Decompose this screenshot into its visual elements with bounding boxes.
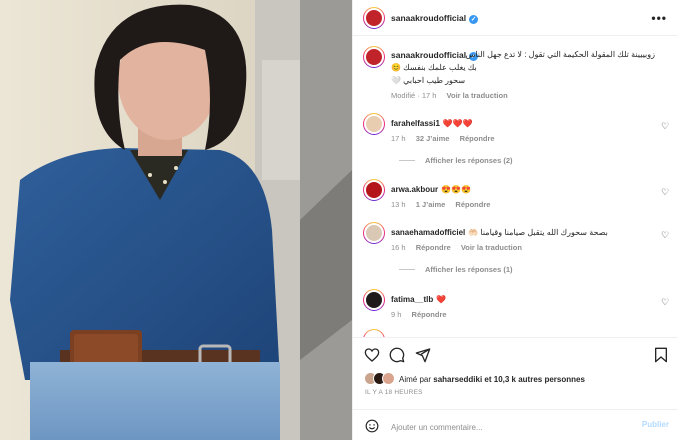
avatar[interactable] xyxy=(366,10,382,26)
comment-avatar-ring[interactable] xyxy=(363,289,385,311)
emoji-icon[interactable] xyxy=(365,419,379,433)
comment-avatar-ring[interactable] xyxy=(363,179,385,201)
comment-text: fatima__tlb ❤️ xyxy=(391,295,446,304)
verified-icon: ✓ xyxy=(469,15,479,24)
liked-by-text[interactable]: Aimé par saharseddiki et 10,3 k autres p… xyxy=(399,375,585,384)
comment-username[interactable]: arwa.akbour xyxy=(391,185,438,194)
comment-avatar-ring[interactable] xyxy=(363,113,385,135)
reply-button[interactable]: Répondre xyxy=(412,310,447,319)
author-username[interactable]: sanaakroudofficial ✓ xyxy=(391,13,479,24)
comment-body: ❤️ xyxy=(436,295,447,304)
share-icon[interactable] xyxy=(415,347,431,363)
comment-input[interactable] xyxy=(391,420,621,434)
comment-age: 16 h xyxy=(391,243,406,252)
comment-meta: 9 h Répondre xyxy=(391,310,447,319)
caption-meta: Modifié · 17 h Voir la traduction xyxy=(391,91,508,100)
view-replies-label[interactable]: Afficher les réponses (1) xyxy=(425,265,513,274)
post-photo[interactable] xyxy=(0,0,352,440)
avatar[interactable] xyxy=(382,372,395,385)
post-actions: Aimé par saharseddiki et 10,3 k autres p… xyxy=(353,337,678,440)
comment-username[interactable]: sanaehamadofficiel xyxy=(391,228,465,237)
comment-item: farahelfassi1 ❤️❤️❤️ ♡ 17 h 32 J’aime Rép… xyxy=(353,111,678,171)
comment-composer: Publier xyxy=(353,409,678,440)
caption: sanaakroudofficial ✓ زوبييينة تلك المقولة… xyxy=(353,37,678,107)
like-heart-icon[interactable] xyxy=(364,347,380,363)
comment-age: 9 h xyxy=(391,310,402,319)
view-replies-button[interactable]: Afficher les réponses (2) xyxy=(399,156,513,165)
like-comment-icon[interactable]: ♡ xyxy=(661,298,669,307)
like-comment-icon[interactable]: ♡ xyxy=(661,188,669,197)
avatar[interactable] xyxy=(366,292,382,308)
caption-line-2: بك يغلب علمك بنفسك 😊 xyxy=(391,63,477,72)
caption-avatar-ring[interactable] xyxy=(363,46,385,68)
comment-avatar-ring[interactable] xyxy=(363,222,385,244)
translate-link[interactable]: Voir la traduction xyxy=(447,91,508,100)
reply-button[interactable]: Répondre xyxy=(455,200,490,209)
author-username-text[interactable]: sanaakroudofficial xyxy=(391,13,466,23)
liked-by-prefix: Aimé par xyxy=(399,375,432,384)
comment-likes[interactable]: 1 J’aime xyxy=(416,200,446,209)
comment-username[interactable]: farahelfassi1 xyxy=(391,119,440,128)
comment-meta: 16 h Répondre Voir la traduction xyxy=(391,243,522,252)
avatar[interactable] xyxy=(366,225,382,241)
comment-item: sanaehamadofficiel بصحة سحورك الله يتقبل … xyxy=(353,220,678,280)
comment-avatar-ring[interactable] xyxy=(363,329,385,337)
post-image xyxy=(0,0,352,440)
more-options-icon[interactable]: ••• xyxy=(651,11,667,25)
edited-label: Modifié · 17 h xyxy=(391,91,437,100)
liked-by-avatars[interactable] xyxy=(364,372,398,385)
post-side-panel: sanaakroudofficial ✓ ••• sanaakroudoffici… xyxy=(352,0,678,440)
caption-line-3: سحور طيب احبابي 🤍 xyxy=(391,76,466,85)
like-comment-icon[interactable]: ♡ xyxy=(661,231,669,240)
comment-body: ❤️❤️❤️ xyxy=(442,119,473,128)
comment-meta: 17 h 32 J’aime Répondre xyxy=(391,134,495,143)
comment-icon[interactable] xyxy=(389,347,405,363)
post-viewer: sanaakroudofficial ✓ ••• sanaakroudoffici… xyxy=(0,0,678,440)
liked-by-count[interactable]: et 10,3 k autres personnes xyxy=(484,375,585,384)
avatar[interactable] xyxy=(366,116,382,132)
post-timestamp[interactable]: IL Y A 18 HEURES xyxy=(365,389,423,396)
comment-text: sanaehamadofficiel بصحة سحورك الله يتقبل … xyxy=(391,228,655,237)
caption-line-1: زوبييينة تلك المقولة الحكيمة التي تقول :… xyxy=(465,50,655,59)
avatar[interactable] xyxy=(366,182,382,198)
comment-item: fatima__tlb ❤️ ♡ 9 h Répondre xyxy=(353,287,678,323)
comment-body: بصحة سحورك الله يتقبل صيامنا وقيامنا 🤲🏻 xyxy=(468,228,608,237)
comment-age: 17 h xyxy=(391,134,406,143)
comment-age: 13 h xyxy=(391,200,406,209)
view-replies-button[interactable]: Afficher les réponses (1) xyxy=(399,265,513,274)
comment-text: arwa.akbour 😍😍😍 xyxy=(391,185,471,194)
avatar[interactable] xyxy=(366,49,382,65)
comment-item: arwa.akbour 😍😍😍 ♡ 13 h 1 J’aime Répondre xyxy=(353,177,678,213)
like-comment-icon[interactable]: ♡ xyxy=(661,122,669,131)
view-replies-label[interactable]: Afficher les réponses (2) xyxy=(425,156,513,165)
comment-body: 😍😍😍 xyxy=(441,185,472,194)
comment-likes[interactable]: 32 J’aime xyxy=(416,134,450,143)
save-bookmark-icon[interactable] xyxy=(654,347,668,363)
comment-username[interactable]: fatima__tlb xyxy=(391,295,433,304)
comments-list[interactable]: sanaakroudofficial ✓ زوبييينة تلك المقولة… xyxy=(353,37,678,337)
reply-button[interactable]: Répondre xyxy=(416,243,451,252)
post-comment-button[interactable]: Publier xyxy=(642,420,669,429)
comment-text: farahelfassi1 ❤️❤️❤️ xyxy=(391,119,473,128)
comment-meta: 13 h 1 J’aime Répondre xyxy=(391,200,490,209)
story-ring[interactable] xyxy=(363,7,385,29)
liked-by-user[interactable]: saharseddiki xyxy=(433,375,482,384)
translate-link[interactable]: Voir la traduction xyxy=(461,243,522,252)
post-header: sanaakroudofficial ✓ ••• xyxy=(353,0,678,36)
reply-button[interactable]: Répondre xyxy=(460,134,495,143)
